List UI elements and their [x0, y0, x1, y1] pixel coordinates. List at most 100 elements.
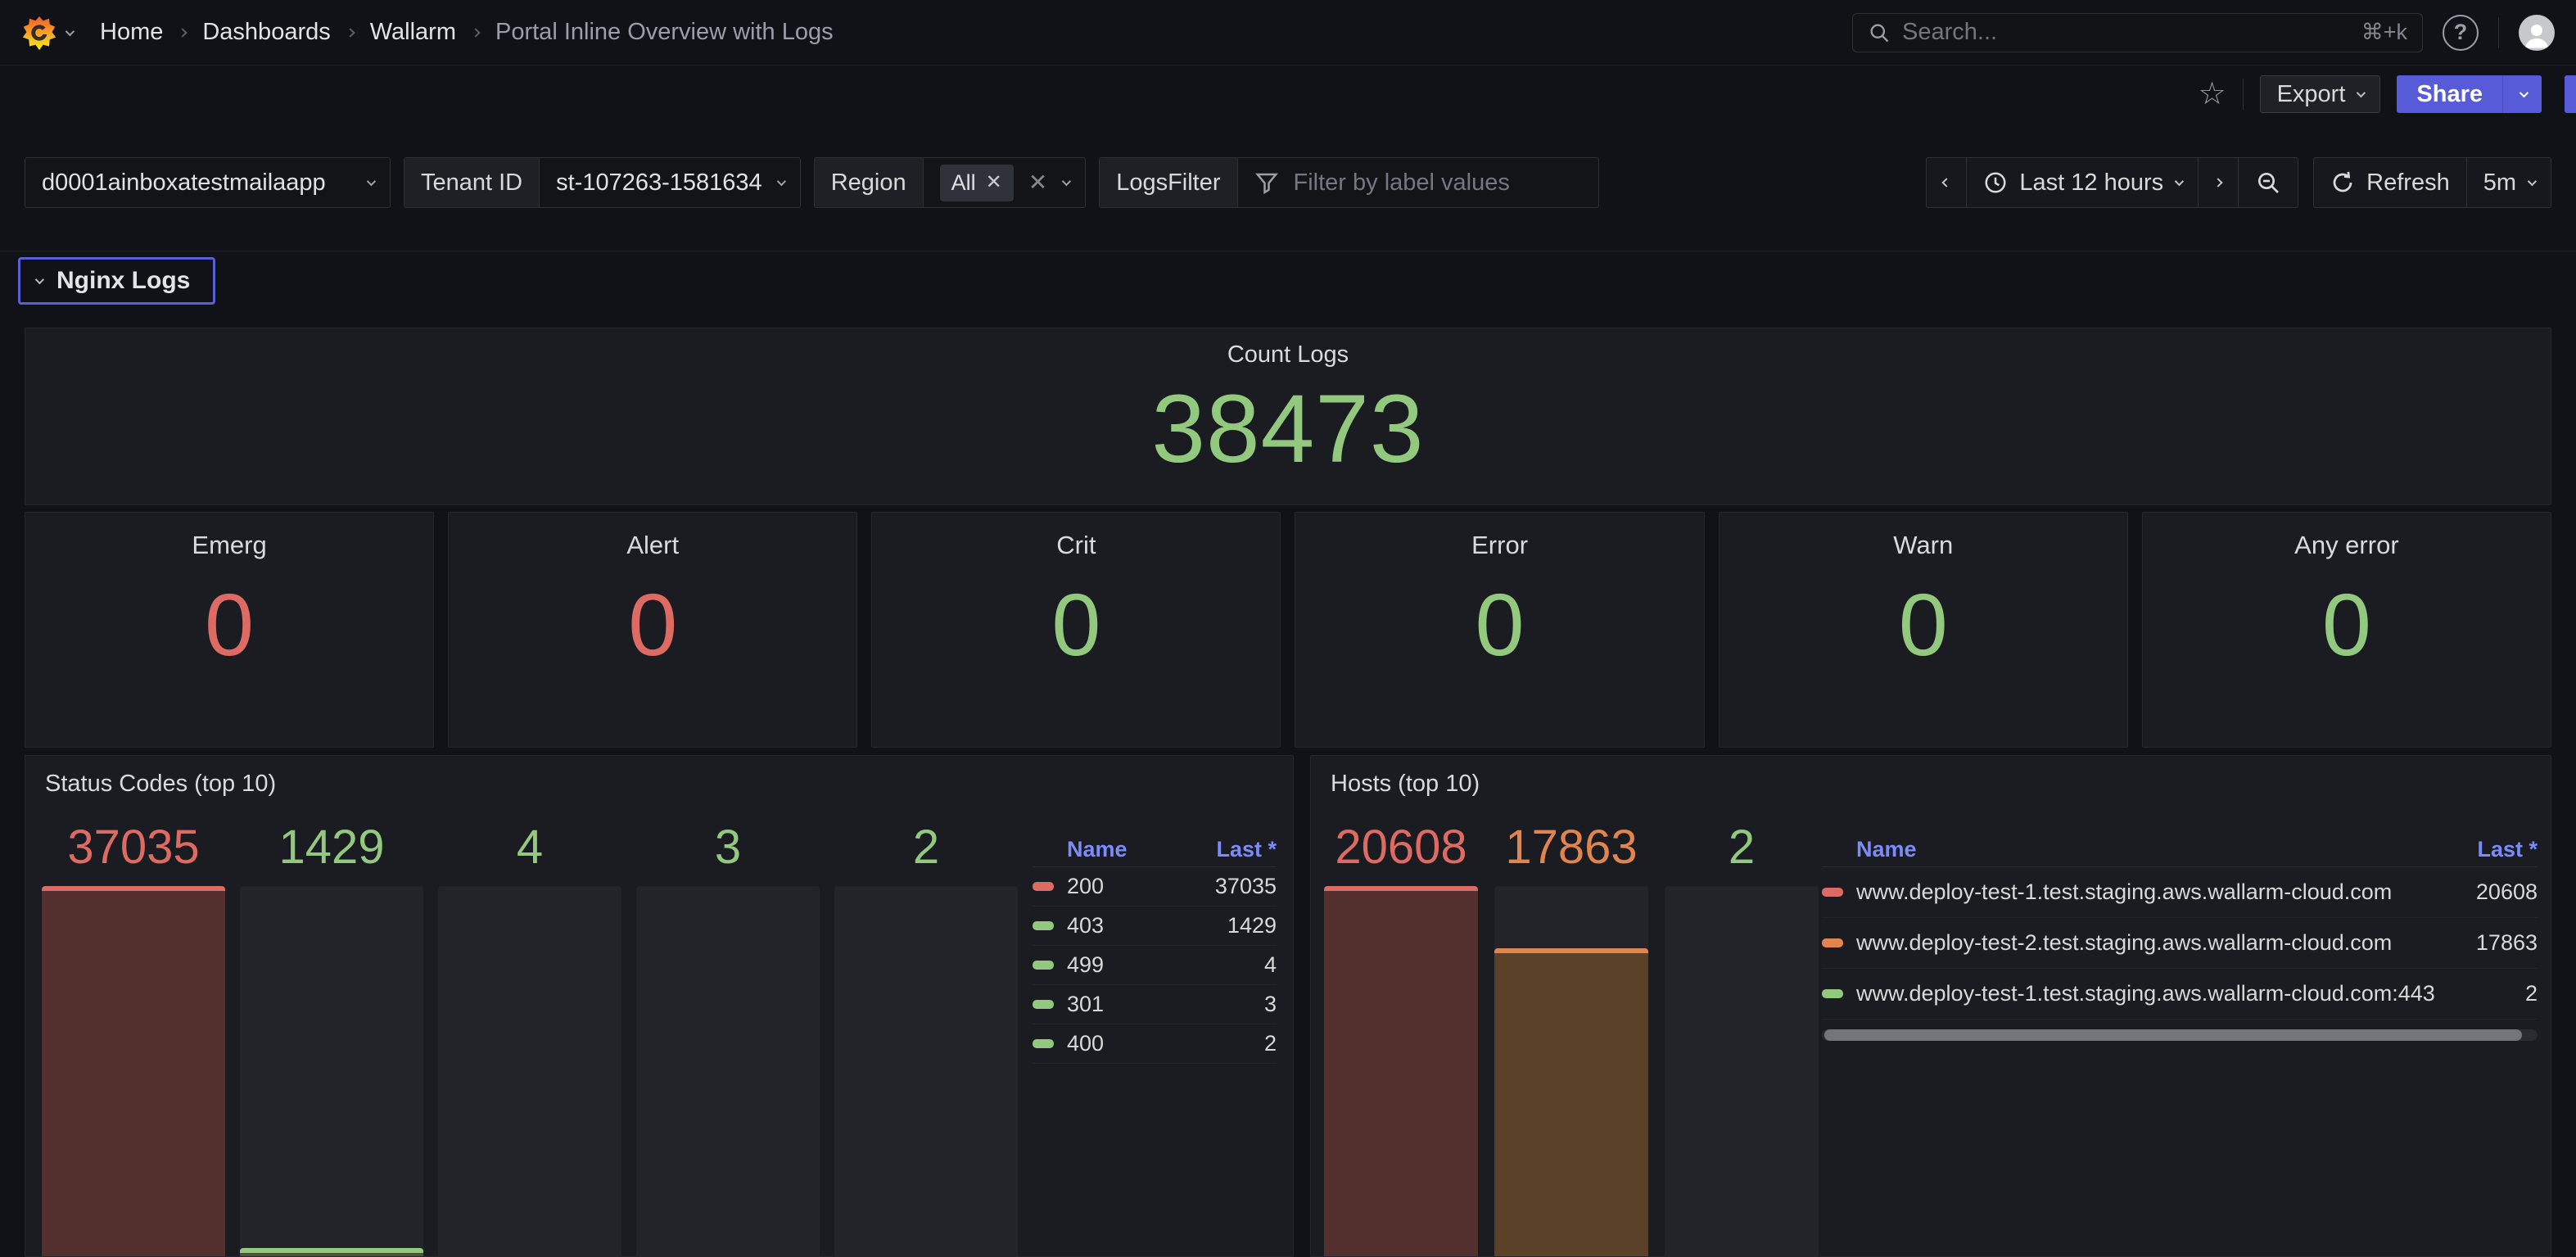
star-icon[interactable]: ☆ [2198, 79, 2226, 110]
bar-track [1665, 886, 1819, 1257]
bar-track [834, 886, 1018, 1257]
refresh-button[interactable]: Refresh [2314, 158, 2466, 207]
grafana-logo[interactable] [21, 15, 57, 51]
stat-title: Error [1295, 513, 1703, 560]
legend-series-icon [1033, 882, 1054, 891]
legend-series-name[interactable]: www.deploy-test-1.test.staging.aws.walla… [1856, 879, 2392, 905]
app-dropdown-value: d0001ainboxatestmailaapp [42, 170, 326, 197]
legend-row: 200 37035 [1033, 867, 1277, 907]
stat-panel-emerg: Emerg0 [25, 512, 434, 748]
legend-series-value: 1429 [1211, 913, 1277, 938]
share-button[interactable]: Share [2397, 75, 2502, 113]
tenant-label: Tenant ID [404, 158, 540, 207]
bar-fill [1324, 886, 1478, 1257]
hosts-bar-chart: 20608178632 [1324, 819, 1819, 1257]
legend-series-value: 3 [1248, 992, 1277, 1017]
search-box: ⌘+k [1852, 13, 2423, 52]
legend-series-value: 17863 [2460, 930, 2538, 956]
legend-row: www.deploy-test-1.test.staging.aws.walla… [1822, 969, 2538, 1020]
bar-column: 17863 [1494, 819, 1648, 1257]
breadcrumb-item[interactable]: Home [100, 19, 163, 46]
legend-scrollbar[interactable] [1822, 1029, 2538, 1041]
refresh-icon [2330, 170, 2355, 195]
logsfilter-control[interactable]: LogsFilter Filter by label values [1099, 157, 1598, 208]
status-codes-bar-chart: 370351429432 [42, 819, 1018, 1257]
time-shift-forward-button[interactable] [2198, 158, 2238, 207]
legend-row: 4002 [1033, 1024, 1277, 1064]
bar-track [42, 886, 225, 1257]
row-title: Nginx Logs [56, 267, 190, 295]
breadcrumb-separator-icon [346, 28, 355, 37]
bar-track [1324, 886, 1478, 1257]
bar-fill [240, 1248, 423, 1257]
stat-panel-warn: Warn0 [1719, 512, 2128, 748]
panel-title: Hosts (top 10) [1311, 756, 2551, 798]
toolbar-divider [2243, 79, 2244, 110]
app-dropdown[interactable]: d0001ainboxatestmailaapp [25, 157, 391, 208]
region-dropdown[interactable]: Region All ✕ ✕ [814, 157, 1087, 208]
avatar[interactable] [2519, 15, 2555, 51]
legend-header-last[interactable]: Last * [2477, 837, 2538, 862]
legend-series-icon [1033, 921, 1054, 930]
bar-column: 2 [1665, 819, 1819, 1257]
stat-value: 0 [25, 572, 433, 678]
breadcrumb-item[interactable]: Portal Inline Overview with Logs [495, 19, 834, 46]
breadcrumb-item[interactable]: Dashboards [202, 19, 330, 46]
chip-remove-icon[interactable]: ✕ [986, 173, 1002, 192]
export-button[interactable]: Export [2260, 75, 2381, 113]
legend-series-value: 20608 [2460, 879, 2538, 905]
legend-series-icon [1822, 888, 1843, 897]
help-icon[interactable]: ? [2443, 15, 2479, 51]
share-dropdown-button[interactable] [2502, 75, 2542, 113]
legend-row: 4994 [1033, 946, 1277, 985]
stat-title: Crit [872, 513, 1280, 560]
chevron-down-icon [367, 177, 376, 186]
legend-series-name[interactable]: 301 [1067, 992, 1104, 1017]
toolbar-cutoff-button[interactable] [2565, 75, 2576, 113]
clear-selection-icon[interactable]: ✕ [1028, 171, 1047, 194]
legend-series-icon [1033, 961, 1054, 970]
legend-series-icon [1033, 1039, 1054, 1048]
panel-status-codes: Status Codes (top 10) 370351429432 Name … [25, 755, 1294, 1257]
legend-series-name[interactable]: www.deploy-test-2.test.staging.aws.walla… [1856, 930, 2392, 956]
breadcrumb-item[interactable]: Wallarm [370, 19, 456, 46]
top-nav: Home Dashboards Wallarm Portal Inline Overv… [0, 0, 2576, 66]
bar-fill [42, 886, 225, 1257]
legend-header-name[interactable]: Name [1856, 837, 1917, 862]
scrollbar-thumb[interactable] [1824, 1029, 2522, 1041]
stat-value: 0 [872, 572, 1280, 678]
bar-value-label: 37035 [42, 819, 225, 881]
legend-series-name[interactable]: 403 [1067, 913, 1104, 938]
refresh-label: Refresh [2366, 170, 2450, 197]
tenant-dropdown[interactable]: Tenant ID st-107263-1581634 [404, 157, 801, 208]
bar-column: 37035 [42, 819, 225, 1257]
org-switcher-chevron-icon[interactable] [66, 26, 75, 35]
legend-header-last[interactable]: Last * [1216, 837, 1277, 862]
legend-series-name[interactable]: 400 [1067, 1031, 1104, 1056]
legend-series-name[interactable]: 499 [1067, 952, 1104, 978]
legend-series-name[interactable]: 200 [1067, 874, 1104, 899]
time-range-value: Last 12 hours [2019, 170, 2163, 197]
legend-series-value: 37035 [1199, 874, 1277, 899]
bar-track [240, 886, 423, 1257]
legend-header-name[interactable]: Name [1067, 837, 1128, 862]
legend-series-name[interactable]: www.deploy-test-1.test.staging.aws.walla… [1856, 981, 2435, 1006]
logsfilter-label: LogsFilter [1100, 158, 1237, 207]
time-shift-back-button[interactable] [1927, 158, 1966, 207]
panel-title: Count Logs [25, 328, 2551, 369]
search-input[interactable] [1902, 19, 2350, 46]
refresh-interval-dropdown[interactable]: 5m [2466, 158, 2551, 207]
stat-value: 0 [2143, 572, 2551, 678]
stat-panel-error: Error0 [1295, 512, 1704, 748]
legend-series-icon [1822, 989, 1843, 998]
row-nginx-logs-toggle[interactable]: Nginx Logs [18, 257, 215, 305]
breadcrumb: Home Dashboards Wallarm Portal Inline Overv… [100, 19, 834, 46]
refresh-interval-value: 5m [2483, 170, 2516, 197]
legend-row: www.deploy-test-1.test.staging.aws.walla… [1822, 867, 2538, 918]
chevron-down-icon [35, 275, 44, 284]
stat-value: 0 [449, 572, 856, 678]
zoom-out-time-button[interactable] [2238, 158, 2298, 207]
region-chip[interactable]: All ✕ [940, 165, 1014, 201]
count-logs-value: 38473 [25, 377, 2551, 483]
time-range-picker[interactable]: Last 12 hours [1966, 158, 2198, 207]
